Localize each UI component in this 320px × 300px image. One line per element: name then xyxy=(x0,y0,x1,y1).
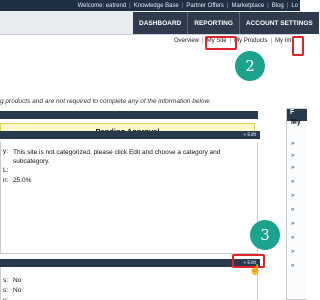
detail-value-1: This site is not categorized, please cli… xyxy=(13,149,221,165)
blog-link[interactable]: Blog xyxy=(272,3,284,9)
logout-link[interactable]: Lo xyxy=(291,3,298,9)
partner-offers-link[interactable]: Partner Offers xyxy=(186,3,224,9)
top-links: Welcome: eatrend | Knowledge Base | Part… xyxy=(77,2,298,9)
marketplace-link[interactable]: Marketplace xyxy=(231,3,264,9)
detail-label-1: y: xyxy=(3,148,9,155)
sidebar-bullet-8: » xyxy=(291,235,295,241)
details-panel: y: This site is not categorized, please … xyxy=(0,142,258,254)
subnav-overview[interactable]: Overview xyxy=(174,38,199,44)
intro-text: g products and are not required to compl… xyxy=(0,98,211,105)
sidebar-bullet-5: » xyxy=(291,193,295,199)
s3-label-1: s: xyxy=(3,277,9,284)
details-section-header: » Edit xyxy=(0,131,260,139)
step-3-callout: 3 xyxy=(250,220,280,250)
detail-label-3: n: xyxy=(3,177,9,184)
sidebar-bullet-2: » xyxy=(291,153,295,159)
s3-value-2: No xyxy=(13,287,22,294)
section-3-panel: s: No s: No y: y: xyxy=(0,267,258,300)
sidebar-bullet-4: » xyxy=(291,179,295,185)
knowledge-base-link[interactable]: Knowledge Base xyxy=(134,3,179,9)
sidebar-bullet-10: » xyxy=(291,263,295,269)
sidebar-bullet-9: » xyxy=(291,249,295,255)
sidebar-bullet-7: » xyxy=(291,221,295,227)
sidebar-title: My xyxy=(291,119,301,126)
details-edit-link[interactable]: » Edit xyxy=(243,132,256,138)
mouse-cursor-icon: ☝ xyxy=(249,265,262,276)
detail-label-2: L: xyxy=(3,167,9,174)
detail-value-3: 25.0% xyxy=(13,177,32,184)
tab-dashboard[interactable]: DASHBOARD xyxy=(133,12,189,34)
section-3-header: » Edit xyxy=(0,259,260,267)
highlight-box-my-site xyxy=(205,36,237,50)
sidebar-bullet-1: » xyxy=(291,141,295,147)
right-sidebar: F My » » » » » » » » » » xyxy=(286,108,307,300)
sidebar-bullet-3: » xyxy=(291,165,295,171)
status-section-header xyxy=(0,111,258,119)
tab-reporting[interactable]: REPORTING xyxy=(188,12,240,34)
tab-account-settings[interactable]: ACCOUNT SETTINGS xyxy=(240,12,319,34)
main-nav-tabs: DASHBOARD REPORTING ACCOUNT SETTINGS xyxy=(133,12,319,34)
top-utility-bar: Welcome: eatrend | Knowledge Base | Part… xyxy=(0,0,300,11)
subnav-my-im[interactable]: My Im xyxy=(275,38,291,44)
subnav-my-products[interactable]: My Products xyxy=(234,38,267,44)
sidebar-bullet-6: » xyxy=(291,207,295,213)
welcome-text: Welcome: eatrend xyxy=(77,2,127,9)
s3-value-1: No xyxy=(13,277,22,284)
highlight-box-top-right xyxy=(292,36,304,56)
s3-label-2: s: xyxy=(3,287,9,294)
step-2-callout: 2 xyxy=(235,51,265,81)
